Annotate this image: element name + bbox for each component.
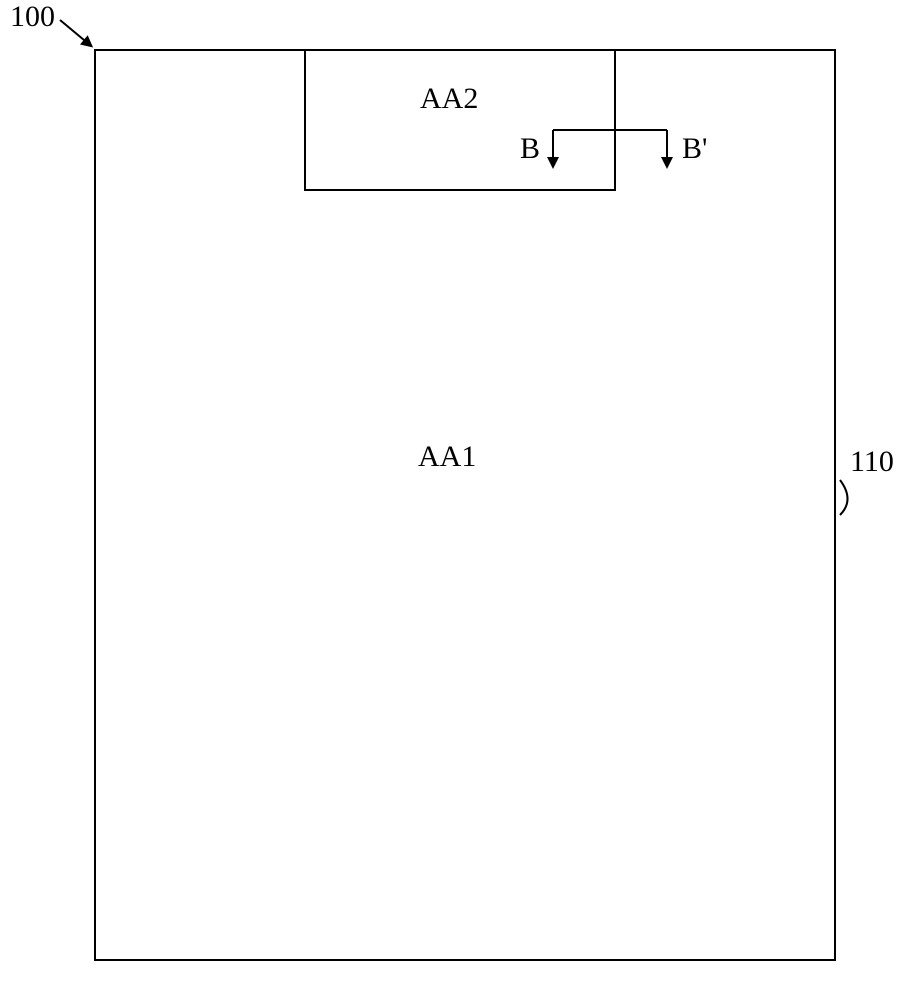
ref-100-arrow <box>60 20 90 45</box>
diagram-svg <box>0 0 901 1000</box>
point-b-prime-label: B' <box>682 132 707 166</box>
ref-110-label: 110 <box>850 445 894 479</box>
inner-rect-aa2 <box>305 50 615 190</box>
diagram-canvas: 100 110 AA1 AA2 B B' <box>0 0 901 1000</box>
outer-rect <box>95 50 835 960</box>
area-aa1-label: AA1 <box>418 440 476 474</box>
ref-100-label: 100 <box>10 0 55 34</box>
ref-110-leader <box>840 480 848 515</box>
area-aa2-label: AA2 <box>420 82 478 116</box>
point-b-label: B <box>520 132 540 166</box>
